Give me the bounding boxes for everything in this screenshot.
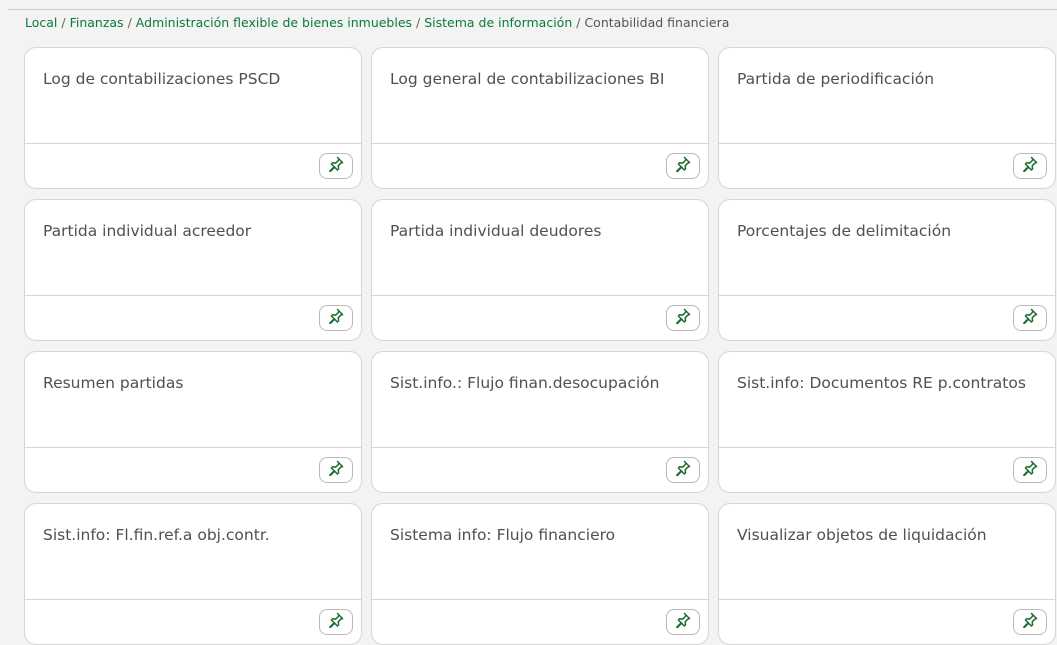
pin-icon: [675, 156, 691, 176]
pin-button[interactable]: [1013, 153, 1047, 179]
tile-title: Visualizar objetos de liquidación: [737, 526, 987, 544]
pin-button[interactable]: [319, 457, 353, 483]
pin-icon: [1022, 460, 1038, 480]
pin-icon: [675, 612, 691, 632]
breadcrumb: Local / Finanzas / Administración flexib…: [25, 15, 729, 30]
pin-button[interactable]: [1013, 305, 1047, 331]
breadcrumb-link-sistema-informacion[interactable]: Sistema de información: [424, 15, 572, 30]
tile-card[interactable]: Sist.info.: Flujo finan.desocupación: [371, 351, 709, 493]
pin-icon: [328, 156, 344, 176]
tile-card[interactable]: Log de contabilizaciones PSCD: [24, 47, 362, 189]
breadcrumb-current: Contabilidad financiera: [584, 15, 730, 30]
tile-card[interactable]: Partida de periodificación: [718, 47, 1056, 189]
pin-button[interactable]: [319, 305, 353, 331]
pin-button[interactable]: [666, 457, 700, 483]
pin-icon: [328, 612, 344, 632]
tile-title: Sist.info.: Flujo finan.desocupación: [390, 374, 660, 392]
tile-card[interactable]: Sist.info: Documentos RE p.contratos: [718, 351, 1056, 493]
pin-icon: [328, 308, 344, 328]
tile-card[interactable]: Porcentajes de delimitación: [718, 199, 1056, 341]
tile-footer: [719, 143, 1055, 188]
tile-title: Sist.info: Fl.fin.ref.a obj.contr.: [43, 526, 270, 544]
tile-title: Partida individual acreedor: [43, 222, 252, 240]
tile-card[interactable]: Visualizar objetos de liquidación: [718, 503, 1056, 645]
pin-button[interactable]: [666, 609, 700, 635]
pin-button[interactable]: [319, 609, 353, 635]
tile-footer: [719, 295, 1055, 340]
pin-button[interactable]: [666, 153, 700, 179]
tile-card[interactable]: Partida individual acreedor: [24, 199, 362, 341]
pin-icon: [675, 308, 691, 328]
tile-title: Porcentajes de delimitación: [737, 222, 952, 240]
tile-title: Sistema info: Flujo financiero: [390, 526, 616, 544]
breadcrumb-link-finanzas[interactable]: Finanzas: [70, 15, 124, 30]
breadcrumb-link-local[interactable]: Local: [25, 15, 57, 30]
pin-button[interactable]: [1013, 609, 1047, 635]
tile-footer: [25, 143, 361, 188]
pin-icon: [675, 460, 691, 480]
tile-title: Partida individual deudores: [390, 222, 602, 240]
pin-button[interactable]: [319, 153, 353, 179]
tile-footer: [25, 447, 361, 492]
breadcrumb-link-administracion[interactable]: Administración flexible de bienes inmueb…: [136, 15, 412, 30]
tile-title: Log de contabilizaciones PSCD: [43, 70, 281, 88]
breadcrumb-separator: /: [127, 15, 136, 30]
tile-card[interactable]: Sistema info: Flujo financiero: [371, 503, 709, 645]
tile-footer: [372, 295, 708, 340]
tile-footer: [25, 599, 361, 644]
pin-icon: [1022, 308, 1038, 328]
pin-icon: [328, 460, 344, 480]
tile-grid: Log de contabilizaciones PSCD Log genera…: [24, 47, 1057, 645]
pin-button[interactable]: [1013, 457, 1047, 483]
tile-footer: [25, 295, 361, 340]
pin-icon: [1022, 612, 1038, 632]
tile-footer: [372, 599, 708, 644]
breadcrumb-separator: /: [61, 15, 70, 30]
pin-icon: [1022, 156, 1038, 176]
tile-footer: [372, 447, 708, 492]
tile-card[interactable]: Partida individual deudores: [371, 199, 709, 341]
tile-footer: [719, 599, 1055, 644]
tile-footer: [719, 447, 1055, 492]
tile-card[interactable]: Sist.info: Fl.fin.ref.a obj.contr.: [24, 503, 362, 645]
tile-title: Log general de contabilizaciones BI: [390, 70, 665, 88]
tile-title: Sist.info: Documentos RE p.contratos: [737, 374, 1026, 392]
tile-card[interactable]: Log general de contabilizaciones BI: [371, 47, 709, 189]
tile-footer: [372, 143, 708, 188]
tile-title: Partida de periodificación: [737, 70, 935, 88]
pin-button[interactable]: [666, 305, 700, 331]
top-divider: [8, 9, 1057, 10]
tile-card[interactable]: Resumen partidas: [24, 351, 362, 493]
breadcrumb-separator: /: [416, 15, 425, 30]
tile-title: Resumen partidas: [43, 374, 184, 392]
